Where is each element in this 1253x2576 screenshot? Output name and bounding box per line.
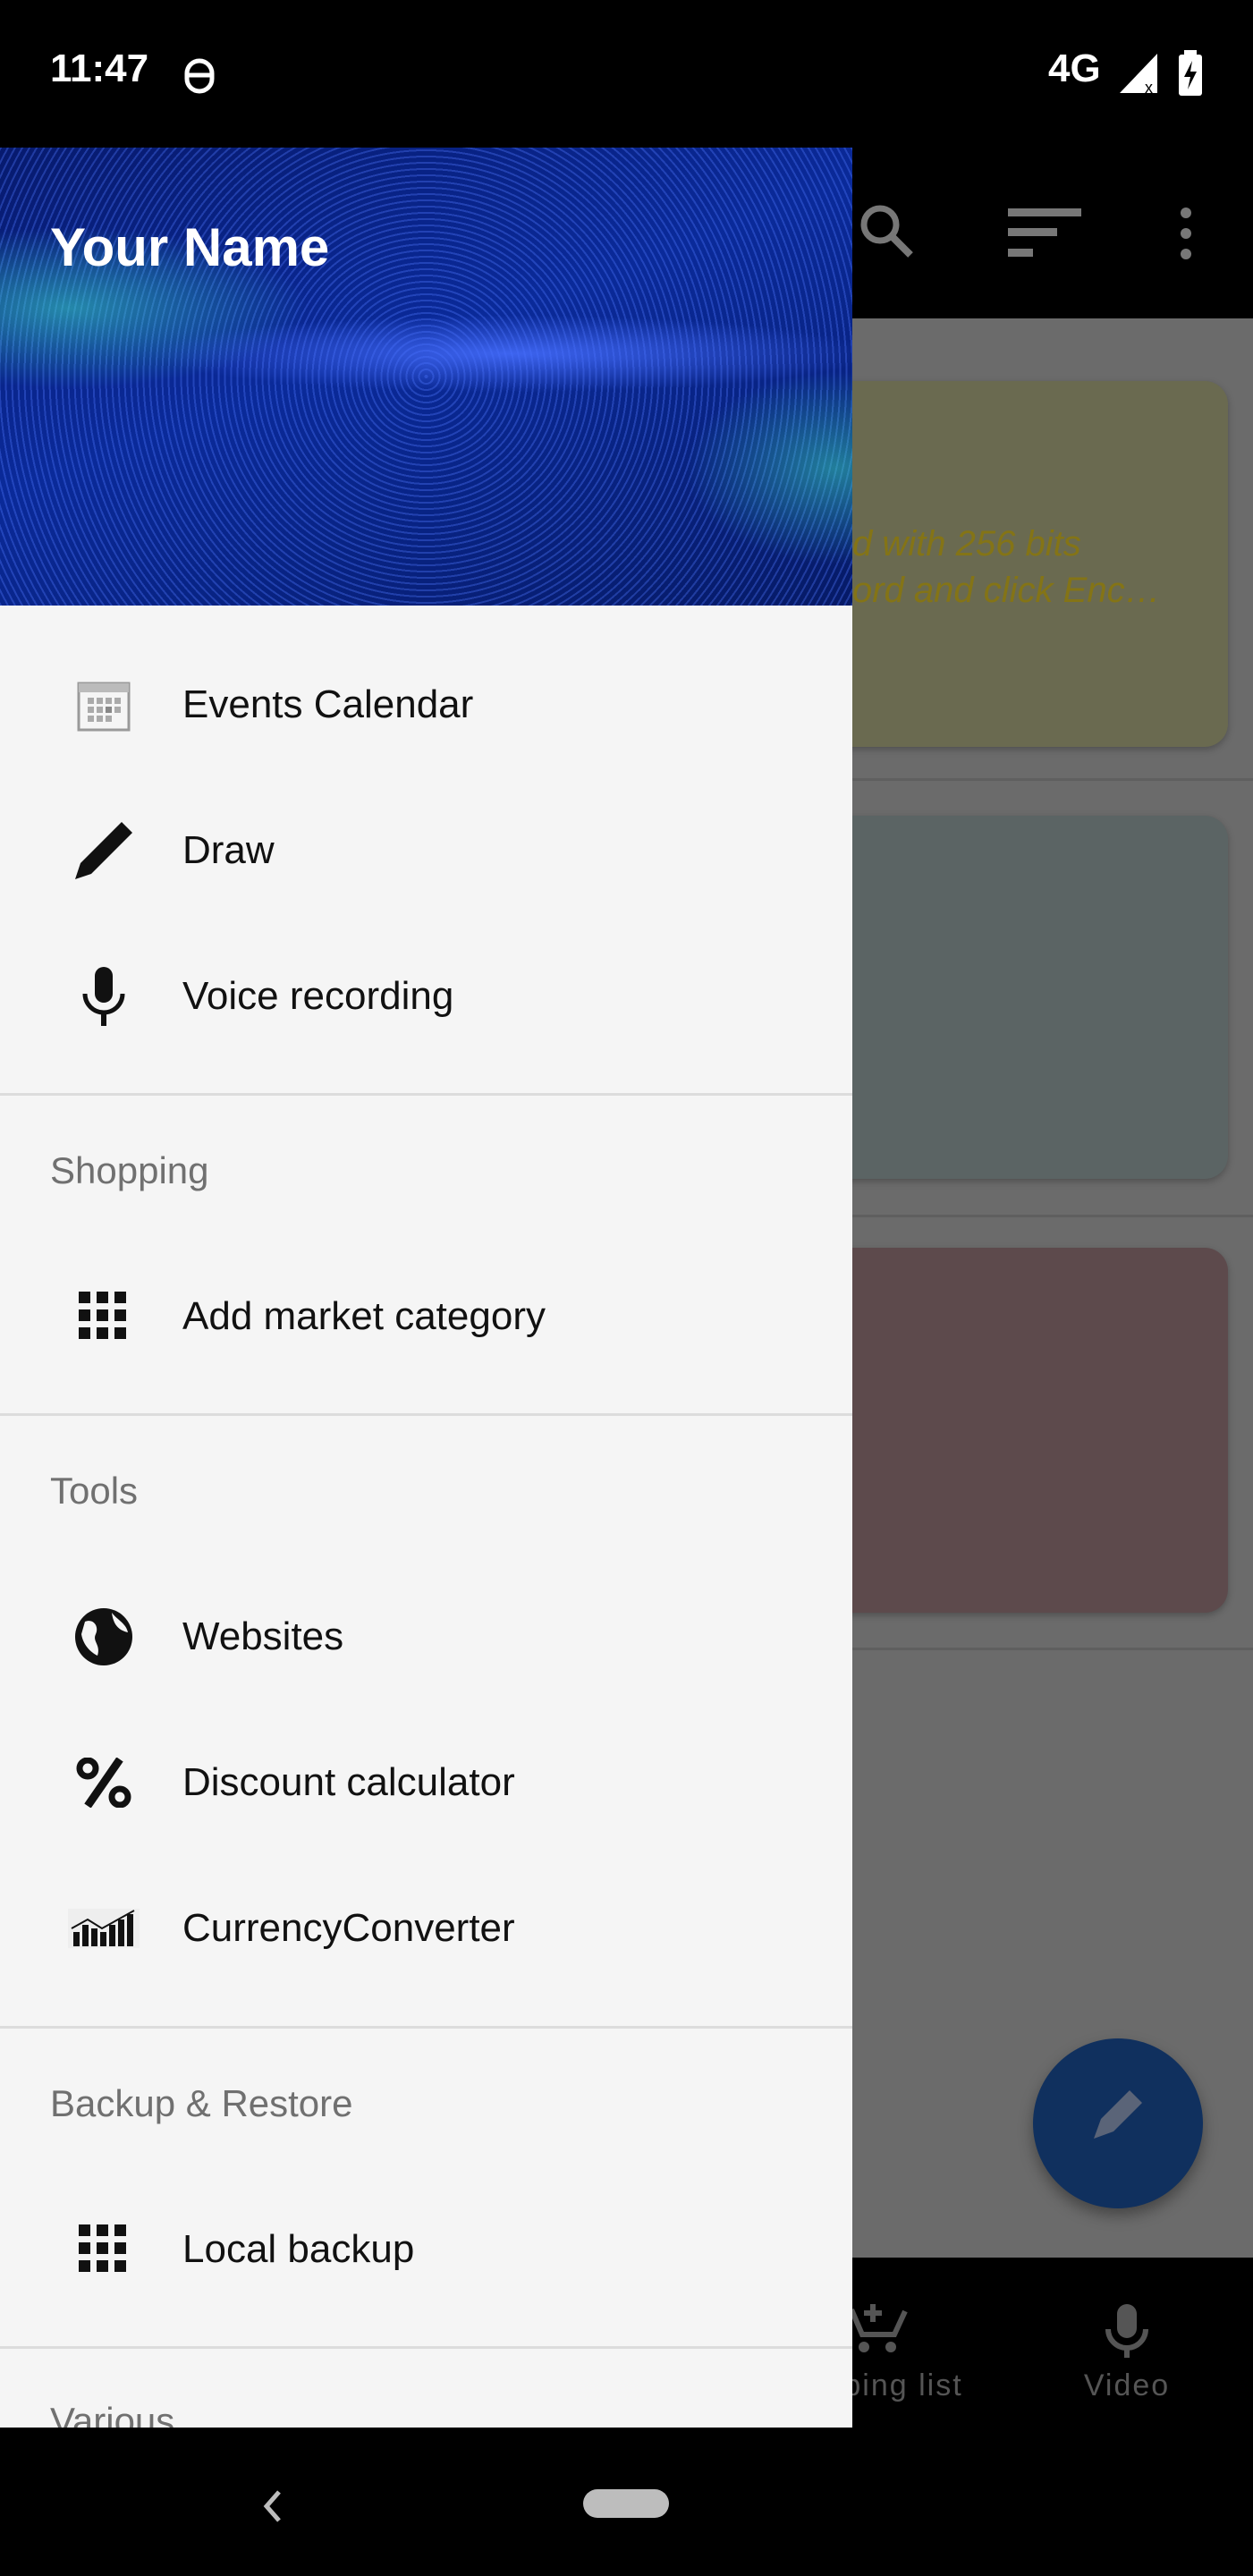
grid-icon bbox=[68, 1288, 140, 1345]
drawer-item-label: CurrencyConverter bbox=[182, 1906, 515, 1950]
drawer-item-local-backup[interactable]: Local backup bbox=[0, 2176, 852, 2323]
drawer-item-label: Events Calendar bbox=[182, 682, 474, 726]
percent-icon bbox=[68, 1754, 140, 1811]
back-icon[interactable] bbox=[259, 2488, 286, 2524]
home-pill[interactable] bbox=[583, 2489, 669, 2518]
drawer-header: Your Name bbox=[0, 148, 852, 606]
divider bbox=[0, 1093, 852, 1096]
pencil-icon bbox=[1094, 2090, 1142, 2139]
drawer-item-label: Voice recording bbox=[182, 974, 454, 1018]
add-cart-icon[interactable] bbox=[850, 2302, 912, 2356]
svg-text:x: x bbox=[1145, 79, 1153, 95]
status-time: 11:47 bbox=[50, 47, 149, 90]
microphone-icon bbox=[68, 967, 140, 1026]
bottom-nav-label-video[interactable]: Video bbox=[1084, 2368, 1170, 2403]
chart-growth-icon bbox=[68, 1900, 140, 1957]
navigation-drawer: Your Name Events Calendar Draw Voice rec… bbox=[0, 148, 852, 2428]
battery-charging-icon bbox=[1179, 50, 1202, 96]
note-text: d with 256 bits bbox=[852, 524, 1081, 564]
android-debug-icon bbox=[184, 58, 215, 94]
note-card[interactable] bbox=[823, 816, 1228, 1179]
drawer-item-currency-converter[interactable]: CurrencyConverter bbox=[0, 1855, 852, 2002]
status-bar: 11:47 4G x bbox=[0, 0, 1253, 148]
bottom-nav-label-shopping-list[interactable]: ping list bbox=[843, 2368, 962, 2403]
drawer-item-voice-recording[interactable]: Voice recording bbox=[0, 923, 852, 1070]
drawer-item-label: Add market category bbox=[182, 1294, 546, 1338]
section-header-various: Various bbox=[50, 2400, 175, 2428]
divider bbox=[0, 2026, 852, 2029]
grid-icon bbox=[68, 2221, 140, 2278]
drawer-item-label: Websites bbox=[182, 1614, 344, 1658]
network-type: 4G bbox=[1048, 47, 1101, 90]
note-text: ord and click Enc… bbox=[852, 571, 1161, 610]
divider bbox=[0, 1413, 852, 1416]
drawer-item-label: Discount calculator bbox=[182, 1760, 515, 1804]
globe-icon bbox=[68, 1608, 140, 1665]
pencil-icon bbox=[68, 822, 140, 879]
signal-icon: x bbox=[1120, 54, 1157, 95]
more-vert-icon[interactable] bbox=[1177, 207, 1195, 260]
section-header-backup-restore: Backup & Restore bbox=[50, 2082, 353, 2124]
new-note-fab[interactable] bbox=[1033, 2038, 1203, 2208]
divider bbox=[0, 2346, 852, 2349]
drawer-item-discount-calculator[interactable]: Discount calculator bbox=[0, 1709, 852, 1856]
microphone-icon[interactable] bbox=[1105, 2304, 1149, 2358]
drawer-item-label: Local backup bbox=[182, 2227, 415, 2271]
sort-icon[interactable] bbox=[1008, 208, 1083, 258]
drawer-item-draw[interactable]: Draw bbox=[0, 777, 852, 924]
drawer-item-websites[interactable]: Websites bbox=[0, 1563, 852, 1710]
calendar-icon bbox=[68, 676, 140, 733]
section-header-shopping: Shopping bbox=[50, 1149, 209, 1191]
drawer-item-add-market-category[interactable]: Add market category bbox=[0, 1243, 852, 1390]
search-icon[interactable] bbox=[857, 201, 916, 260]
drawer-item-label: Draw bbox=[182, 828, 275, 872]
drawer-item-events-calendar[interactable]: Events Calendar bbox=[0, 631, 852, 778]
section-header-tools: Tools bbox=[50, 1470, 139, 1512]
user-name: Your Name bbox=[50, 217, 330, 277]
note-card[interactable] bbox=[823, 1248, 1228, 1613]
